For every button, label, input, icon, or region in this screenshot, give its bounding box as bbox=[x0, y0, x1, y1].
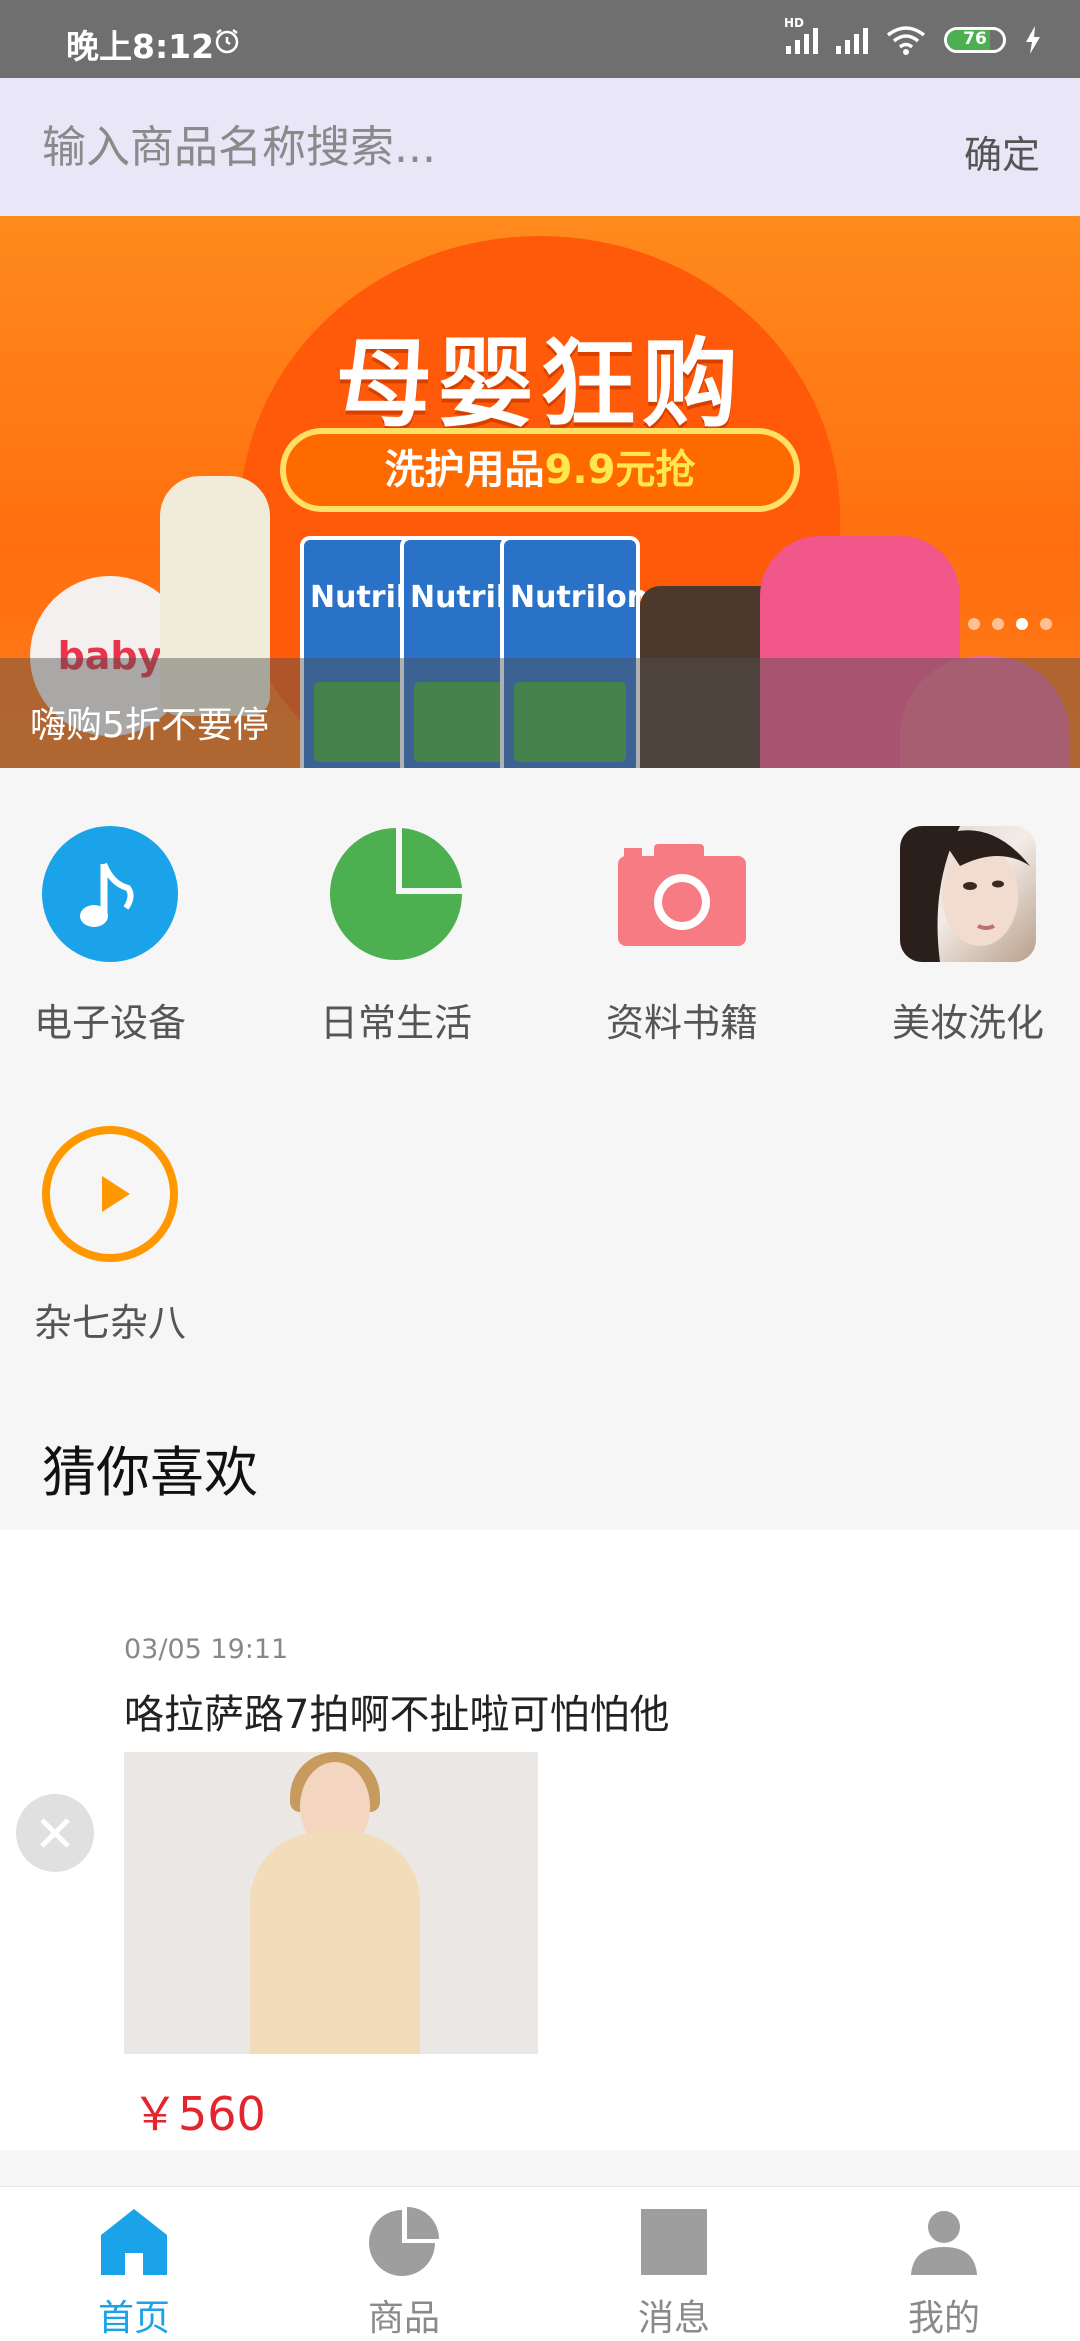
message-icon bbox=[641, 2209, 707, 2275]
signal-hd-icon: HD bbox=[784, 16, 818, 54]
tab-label: 首页 bbox=[97, 2298, 170, 2339]
recommend-list: 03/05 19:11 咯拉萨路7拍啊不扯啦可怕怕他 ￥560 bbox=[0, 1530, 1080, 2150]
home-icon bbox=[101, 2209, 167, 2275]
section-title: 猜你喜欢 bbox=[42, 1441, 258, 1504]
banner-subtitle-prefix: 洗护用品 bbox=[384, 447, 545, 493]
category-misc[interactable]: 杂七杂八 bbox=[0, 1126, 220, 1347]
item-price: ￥560 bbox=[132, 2087, 266, 2141]
promo-banner[interactable]: 母婴狂购 洗护用品9.9元抢 baby Nutrilon Nutrilon Nu… bbox=[0, 216, 1080, 768]
milk-powder-brand: Nutrilon bbox=[510, 580, 649, 615]
banner-pager-dots bbox=[968, 618, 1052, 630]
tab-profile[interactable]: 我的 bbox=[854, 2207, 1034, 2341]
pager-dot bbox=[992, 618, 1004, 630]
item-image[interactable] bbox=[124, 1752, 538, 2054]
category-books[interactable]: 资料书籍 bbox=[572, 826, 792, 1047]
alarm-icon bbox=[215, 29, 239, 54]
tab-label: 商品 bbox=[367, 2298, 440, 2339]
category-label: 电子设备 bbox=[33, 1001, 186, 1045]
pie-chart-icon bbox=[369, 2207, 439, 2276]
pager-dot bbox=[968, 618, 980, 630]
category-daily-life[interactable]: 日常生活 bbox=[286, 826, 506, 1047]
pager-dot bbox=[1040, 618, 1052, 630]
category-label: 杂七杂八 bbox=[33, 1301, 186, 1345]
beauty-avatar-image bbox=[900, 826, 1036, 962]
category-beauty[interactable]: 美妆洗化 bbox=[858, 826, 1078, 1047]
status-bar: 晚上8:12 HD 76 bbox=[0, 0, 1080, 78]
charging-icon bbox=[1026, 26, 1040, 54]
banner-caption: 嗨购5折不要停 bbox=[30, 705, 269, 746]
item-timestamp: 03/05 19:11 bbox=[124, 1634, 289, 1665]
camera-icon bbox=[614, 826, 750, 962]
music-icon bbox=[42, 826, 178, 962]
search-bar: 确定 bbox=[0, 78, 1080, 216]
banner-subtitle: 洗护用品9.9元抢 bbox=[280, 428, 800, 512]
signal-icon bbox=[836, 26, 868, 54]
tab-label: 消息 bbox=[637, 2298, 710, 2339]
pager-dot-active bbox=[1016, 618, 1028, 630]
category-electronics[interactable]: 电子设备 bbox=[0, 826, 220, 1047]
play-icon bbox=[42, 1126, 178, 1262]
category-label: 美妆洗化 bbox=[891, 1001, 1044, 1045]
wifi-icon bbox=[886, 26, 926, 55]
item-title[interactable]: 咯拉萨路7拍啊不扯啦可怕怕他 bbox=[124, 1682, 669, 1740]
tab-messages[interactable]: 消息 bbox=[584, 2207, 764, 2341]
battery-level: 76 bbox=[963, 29, 987, 49]
pie-chart-icon bbox=[328, 826, 464, 962]
category-label: 资料书籍 bbox=[605, 1001, 758, 1045]
search-confirm-button[interactable]: 确定 bbox=[964, 124, 1040, 179]
bottom-tab-bar: 首页 商品 消息 我的 bbox=[0, 2186, 1080, 2341]
tab-products[interactable]: 商品 bbox=[314, 2207, 494, 2341]
banner-caption-bar: 嗨购5折不要停 bbox=[0, 658, 1080, 768]
search-input[interactable] bbox=[40, 116, 884, 178]
banner-subtitle-highlight: 9.9元抢 bbox=[544, 447, 696, 493]
category-grid: 电子设备 日常生活 资料书籍 美妆洗化 杂七杂八 bbox=[0, 768, 1080, 1518]
close-icon bbox=[40, 1818, 70, 1848]
tab-home[interactable]: 首页 bbox=[44, 2207, 224, 2341]
category-label: 日常生活 bbox=[319, 1001, 472, 1045]
banner-title: 母婴狂购 bbox=[336, 328, 744, 440]
user-icon bbox=[911, 2211, 977, 2275]
battery-icon: 76 bbox=[944, 27, 1006, 53]
status-time: 晚上8:12 bbox=[66, 27, 215, 66]
tab-label: 我的 bbox=[907, 2298, 980, 2339]
dismiss-item-button[interactable] bbox=[16, 1794, 94, 1872]
